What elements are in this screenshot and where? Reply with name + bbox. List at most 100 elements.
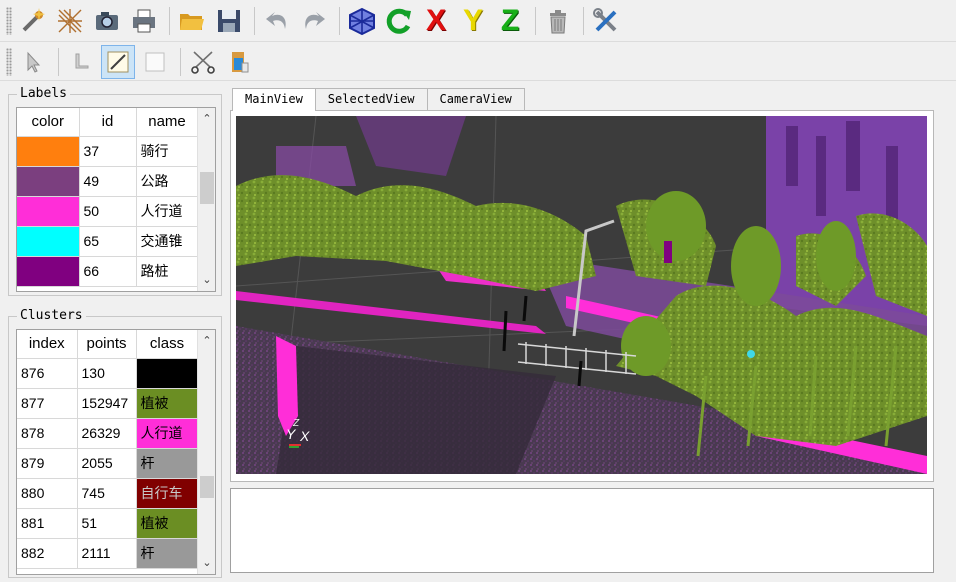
labels-scrollbar[interactable]: ⌃ ⌄ <box>197 108 215 291</box>
tab-cameraview[interactable]: CameraView <box>426 88 525 110</box>
rectangle-button[interactable] <box>138 45 172 79</box>
draw-line-button[interactable] <box>101 44 135 79</box>
camera-button[interactable] <box>90 4 124 38</box>
labels-header-id[interactable]: id <box>79 108 137 137</box>
magic-wand-button[interactable] <box>16 4 50 38</box>
paint-bucket-icon <box>232 51 249 72</box>
print-button[interactable] <box>127 4 161 38</box>
open-folder-button[interactable] <box>175 4 209 38</box>
refresh-button[interactable] <box>382 4 416 38</box>
label-color-swatch[interactable] <box>17 136 80 167</box>
foot-select-icon <box>75 53 89 68</box>
rectangle-icon <box>145 52 165 71</box>
label-id: 66 <box>79 256 137 287</box>
cluster-row[interactable]: 877 152947 植被 <box>17 388 199 419</box>
z-axis-button[interactable]: Z <box>493 4 527 38</box>
main-toolbar: X Y Z <box>0 0 956 42</box>
cluster-points: 745 <box>77 478 137 509</box>
settings-tools-button[interactable] <box>589 4 623 38</box>
trash-icon <box>550 9 566 33</box>
label-row[interactable]: 66 路桩 <box>17 256 199 287</box>
axis-y-line <box>289 446 299 448</box>
cluster-class[interactable]: 人行道 <box>136 418 199 449</box>
axis-y-label: Y <box>286 426 296 442</box>
refresh-icon <box>386 8 411 34</box>
label-id: 65 <box>79 226 137 257</box>
axis-x-label: X <box>300 428 310 444</box>
x-axis-button[interactable]: X <box>419 4 453 38</box>
cluster-class[interactable]: 植被 <box>136 508 199 539</box>
toolbar-separator <box>58 47 59 76</box>
cut-button[interactable] <box>186 45 220 79</box>
cluster-class[interactable]: 杆 <box>136 538 199 569</box>
toolbar-separator <box>535 6 536 35</box>
x-axis-icon: X <box>425 3 446 37</box>
clusters-scroll-thumb[interactable] <box>200 476 214 498</box>
cluster-index: 876 <box>17 358 78 389</box>
console-text <box>231 489 933 497</box>
cluster-index: 877 <box>17 388 78 419</box>
pointer-button[interactable] <box>16 45 50 79</box>
net-select-button[interactable] <box>53 4 87 38</box>
labels-header-name[interactable]: name <box>136 108 199 137</box>
label-row[interactable]: 37 骑行 <box>17 136 199 167</box>
redo-button[interactable] <box>297 4 331 38</box>
point-cloud-render <box>236 116 927 474</box>
cube-view-button[interactable] <box>345 4 379 38</box>
cluster-row[interactable]: 879 2055 杆 <box>17 448 199 479</box>
cluster-points: 51 <box>77 508 137 539</box>
point-cloud-viewport[interactable]: Z Y X <box>236 116 927 474</box>
cluster-row[interactable]: 882 2111 杆 <box>17 538 199 569</box>
cluster-class[interactable]: 植被 <box>136 388 199 419</box>
label-row[interactable]: 50 人行道 <box>17 196 199 227</box>
open-folder-icon <box>180 13 204 30</box>
draw-line-icon <box>107 51 129 72</box>
cluster-row[interactable]: 880 745 自行车 <box>17 478 199 509</box>
scroll-down-icon[interactable]: ⌄ <box>198 554 215 572</box>
tab-mainview[interactable]: MainView <box>232 88 316 111</box>
cluster-row[interactable]: 881 51 植被 <box>17 508 199 539</box>
view-tabs: MainView SelectedView CameraView <box>232 88 525 111</box>
label-color-swatch[interactable] <box>17 226 80 257</box>
save-button[interactable] <box>212 4 246 38</box>
undo-button[interactable] <box>260 4 294 38</box>
label-color-swatch[interactable] <box>17 196 80 227</box>
delete-button[interactable] <box>541 4 575 38</box>
scissors-icon <box>191 50 215 74</box>
clusters-header-points[interactable]: points <box>77 330 137 359</box>
toolbar-separator <box>180 47 181 76</box>
cluster-row[interactable]: 876 130 <box>17 358 199 389</box>
scroll-down-icon[interactable]: ⌄ <box>198 271 215 289</box>
label-row[interactable]: 65 交通锥 <box>17 226 199 257</box>
labels-scroll-thumb[interactable] <box>200 172 214 204</box>
toolbar-grip[interactable] <box>6 6 12 35</box>
scroll-up-icon[interactable]: ⌃ <box>198 332 215 350</box>
clusters-header-index[interactable]: index <box>17 330 78 359</box>
cluster-index: 881 <box>17 508 78 539</box>
labels-header-color[interactable]: color <box>17 108 80 137</box>
clusters-scrollbar[interactable]: ⌃ ⌄ <box>197 330 215 574</box>
cluster-index: 880 <box>17 478 78 509</box>
label-name: 公路 <box>136 166 199 197</box>
label-color-swatch[interactable] <box>17 256 80 287</box>
paint-bucket-button[interactable] <box>223 45 257 79</box>
cluster-row[interactable]: 878 26329 人行道 <box>17 418 199 449</box>
clusters-header-class[interactable]: class <box>136 330 199 359</box>
scroll-up-icon[interactable]: ⌃ <box>198 110 215 128</box>
cluster-class[interactable]: 杆 <box>136 448 199 479</box>
cluster-class[interactable]: 自行车 <box>136 478 199 509</box>
y-axis-button[interactable]: Y <box>456 4 490 38</box>
label-name: 人行道 <box>136 196 199 227</box>
foot-select-button[interactable] <box>64 45 98 79</box>
cluster-points: 2055 <box>77 448 137 479</box>
clusters-title: Clusters <box>17 308 86 323</box>
y-axis-icon: Y <box>462 3 483 37</box>
label-color-swatch[interactable] <box>17 166 80 197</box>
output-console[interactable] <box>230 488 934 573</box>
label-id: 50 <box>79 196 137 227</box>
label-row[interactable]: 49 公路 <box>17 166 199 197</box>
toolbar-grip[interactable] <box>6 47 12 76</box>
tab-selectedview[interactable]: SelectedView <box>314 88 428 110</box>
labels-title: Labels <box>17 86 70 101</box>
cluster-class[interactable] <box>136 358 199 389</box>
